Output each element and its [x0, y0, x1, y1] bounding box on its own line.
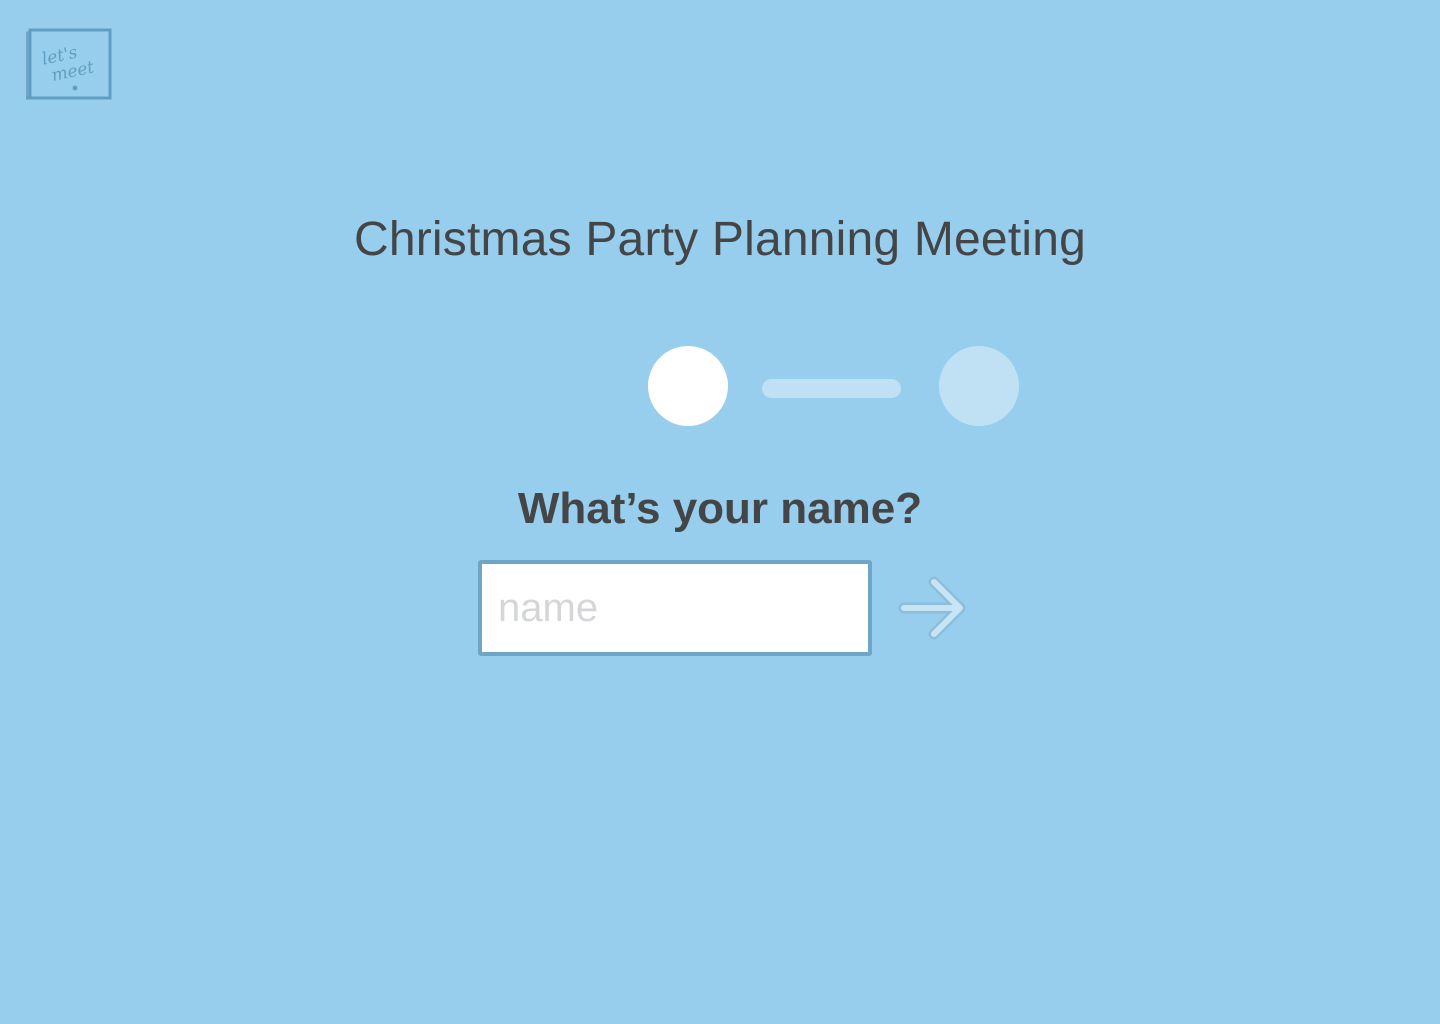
name-input[interactable] [478, 560, 872, 656]
step-connector [762, 379, 901, 398]
page: let's meet Christmas Party Planning Meet… [0, 0, 1440, 1024]
lets-meet-logo[interactable]: let's meet [26, 28, 112, 100]
next-button[interactable] [896, 572, 968, 644]
arrow-right-icon [898, 576, 966, 640]
step-indicator-next [939, 346, 1019, 426]
event-title: Christmas Party Planning Meeting [353, 213, 1087, 266]
name-question: What’s your name? [517, 484, 923, 533]
step-indicator-current [648, 346, 728, 426]
